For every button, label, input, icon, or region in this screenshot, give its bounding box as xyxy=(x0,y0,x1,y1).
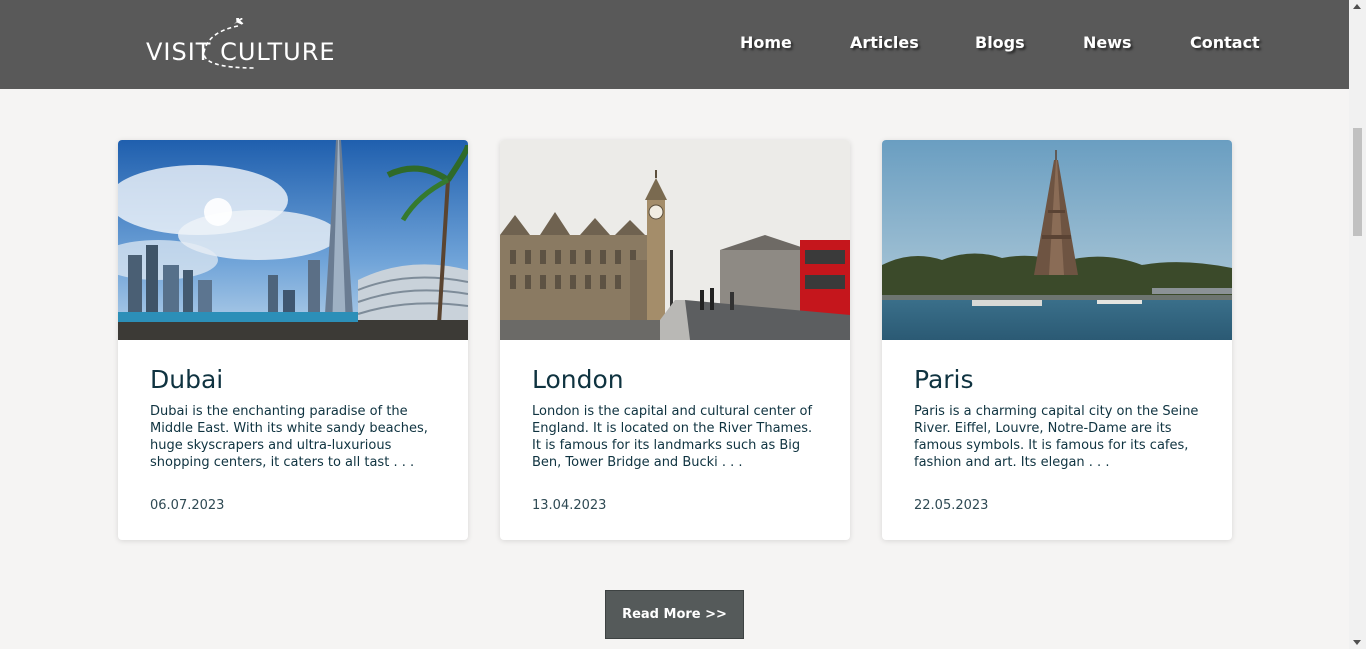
card-date: 13.04.2023 xyxy=(532,498,607,513)
main-nav: Home Articles Blogs News Contact xyxy=(0,33,1349,57)
nav-home[interactable]: Home xyxy=(740,33,792,52)
destination-card-dubai[interactable]: Dubai Dubai is the enchanting paradise o… xyxy=(118,140,468,540)
paris-eiffel-tower-image xyxy=(882,140,1232,340)
site-header: VISIT CULTURE Home Articles Blogs News C… xyxy=(0,0,1349,89)
card-date: 06.07.2023 xyxy=(150,498,225,513)
card-title: London xyxy=(532,365,624,394)
card-description: Paris is a charming capital city on the … xyxy=(914,404,1199,470)
card-description: Dubai is the enchanting paradise of the … xyxy=(150,404,428,470)
london-big-ben-image xyxy=(500,140,850,340)
page-scrollbar[interactable] xyxy=(1349,0,1366,649)
card-date: 22.05.2023 xyxy=(914,498,989,513)
scroll-up-arrow-icon[interactable] xyxy=(1353,4,1361,9)
destination-card-paris[interactable]: Paris Paris is a charming capital city o… xyxy=(882,140,1232,540)
nav-news[interactable]: News xyxy=(1083,33,1132,52)
card-description: London is the capital and cultural cente… xyxy=(532,404,813,470)
scroll-thumb[interactable] xyxy=(1353,128,1362,236)
dubai-skyline-image xyxy=(118,140,468,340)
nav-contact[interactable]: Contact xyxy=(1190,33,1260,52)
card-title: Paris xyxy=(914,365,974,394)
card-title: Dubai xyxy=(150,365,224,394)
nav-blogs[interactable]: Blogs xyxy=(975,33,1025,52)
read-more-button[interactable]: Read More >> xyxy=(605,590,744,639)
nav-articles[interactable]: Articles xyxy=(850,33,919,52)
scroll-down-arrow-icon[interactable] xyxy=(1353,640,1361,645)
destination-card-london[interactable]: London London is the capital and cultura… xyxy=(500,140,850,540)
